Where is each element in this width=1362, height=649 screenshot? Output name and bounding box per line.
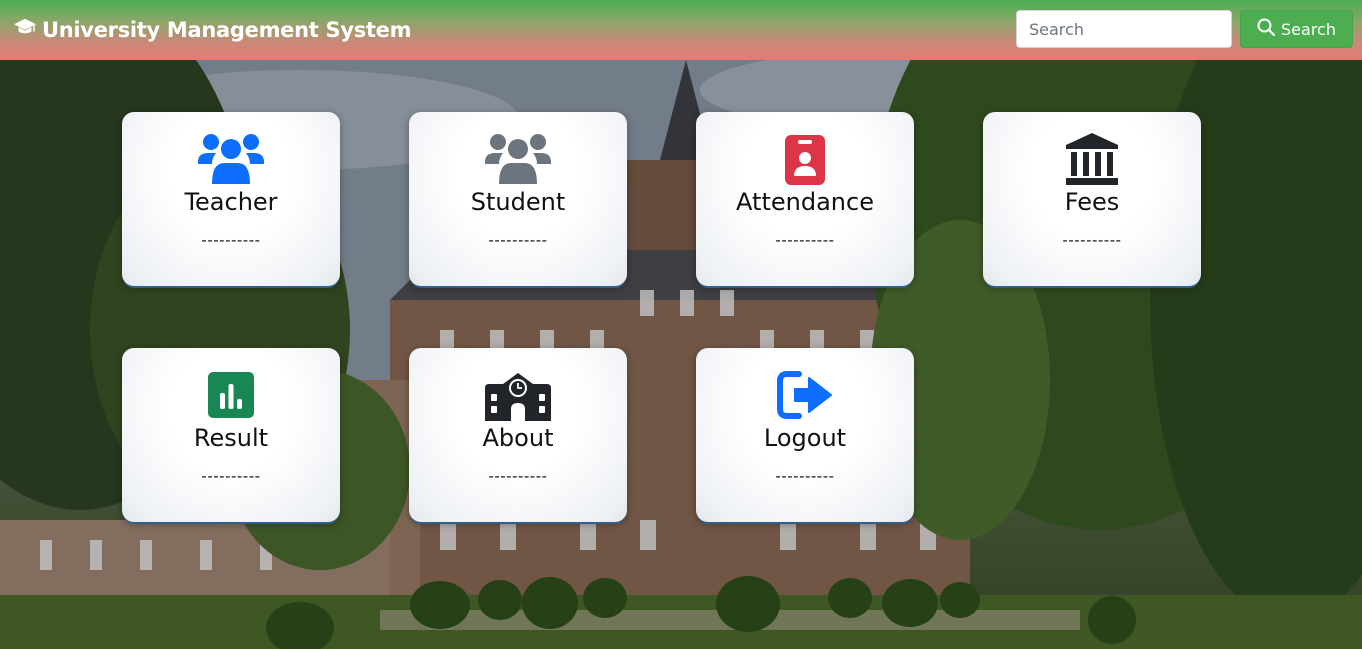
card-student[interactable]: Student ---------- [409, 112, 627, 286]
users-icon [122, 132, 340, 186]
users-icon [409, 132, 627, 186]
card-subtitle: ---------- [201, 467, 261, 485]
card-subtitle: ---------- [1062, 231, 1122, 249]
card-title: Student [470, 188, 566, 216]
card-subtitle: ---------- [488, 467, 548, 485]
card-about[interactable]: About ---------- [409, 348, 627, 522]
school-icon [409, 368, 627, 422]
card-title: About [482, 424, 554, 452]
logout-icon [696, 368, 914, 422]
search-icon [1257, 18, 1276, 40]
card-teacher[interactable]: Teacher ---------- [122, 112, 340, 286]
bank-icon [983, 132, 1201, 186]
card-subtitle: ---------- [775, 467, 835, 485]
card-subtitle: ---------- [488, 231, 548, 249]
brand[interactable]: University Management System [14, 17, 412, 42]
card-title: Attendance [736, 188, 874, 216]
card-logout[interactable]: Logout ---------- [696, 348, 914, 522]
bar-chart-icon [122, 368, 340, 422]
card-title: Fees [1064, 188, 1120, 216]
id-badge-icon [696, 132, 914, 186]
card-fees[interactable]: Fees ---------- [983, 112, 1201, 286]
card-subtitle: ---------- [201, 231, 261, 249]
background-campus-image [0, 0, 1362, 649]
graduation-cap-icon [14, 17, 36, 42]
brand-title: University Management System [42, 17, 412, 42]
card-title: Logout [763, 424, 847, 452]
search-button-label: Search [1281, 19, 1336, 39]
card-subtitle: ---------- [775, 231, 835, 249]
card-title: Teacher [184, 188, 278, 216]
card-attendance[interactable]: Attendance ---------- [696, 112, 914, 286]
card-title: Result [193, 424, 269, 452]
top-navbar: University Management System Search [0, 0, 1362, 60]
search-button[interactable]: Search [1240, 10, 1353, 48]
search-input[interactable] [1016, 10, 1232, 48]
card-result[interactable]: Result ---------- [122, 348, 340, 522]
